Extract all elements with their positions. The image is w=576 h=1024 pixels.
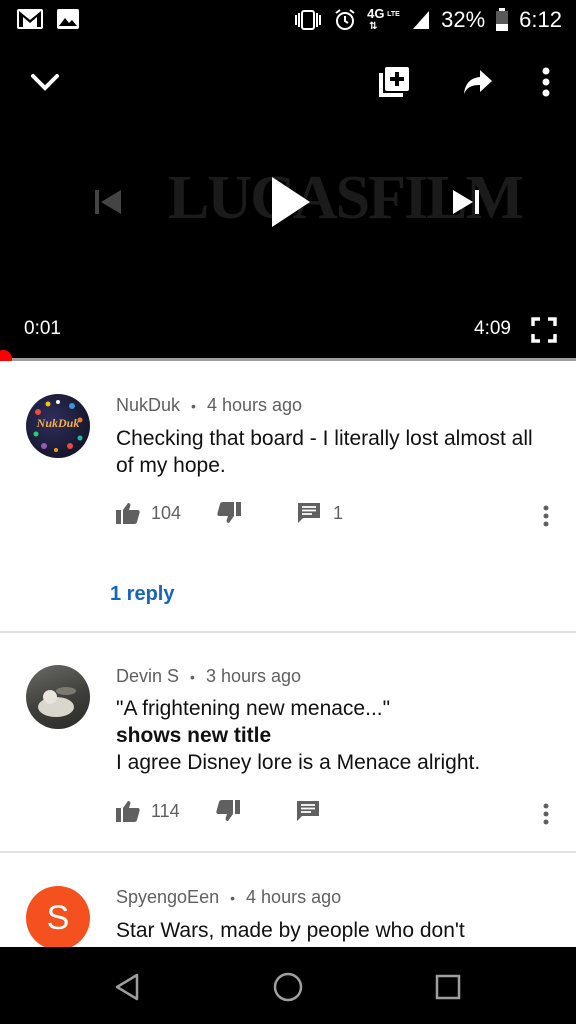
like-button[interactable]: 114 (116, 800, 180, 822)
meta-separator: • (190, 669, 195, 685)
avatar[interactable] (26, 665, 90, 729)
comment-more-icon[interactable] (536, 502, 556, 530)
comment-divider (0, 631, 576, 633)
avatar-letter: S (46, 898, 70, 937)
back-icon[interactable] (106, 965, 150, 1009)
like-count: 104 (151, 502, 182, 523)
comments-list[interactable]: NukDuk NukDuk • 4 hours ago Checking tha… (0, 361, 576, 947)
comment-text-line: "A frightening new menace..." (116, 697, 391, 720)
thumbs-up-icon (116, 801, 140, 822)
gallery-icon (56, 8, 80, 30)
add-to-playlist-icon[interactable] (372, 60, 416, 104)
collapse-chevron-icon[interactable] (24, 64, 66, 100)
comment-divider (0, 851, 576, 853)
comment-icon (296, 801, 319, 821)
system-status: 4G LTE ⇅ 32% 6:12 (293, 0, 562, 40)
comment-age: 3 hours ago (205, 666, 302, 686)
network-type: 4G LTE ⇅ (367, 6, 400, 32)
comment-meta: NukDuk • 4 hours ago (116, 395, 302, 416)
comment-age: 4 hours ago (246, 887, 342, 907)
notification-icons (16, 8, 80, 30)
comment-text-bold: shows new title (116, 724, 272, 747)
comment-actions: 104 1 (116, 499, 343, 527)
signal-icon (411, 9, 431, 31)
alarm-icon (333, 8, 357, 32)
more-vert-icon[interactable] (524, 60, 568, 104)
thumbs-up-icon (116, 503, 140, 524)
avatar[interactable]: NukDuk (26, 394, 90, 458)
share-icon[interactable] (456, 60, 500, 104)
thumbs-down-icon (216, 800, 240, 821)
dislike-button[interactable] (216, 800, 240, 822)
video-player[interactable]: LUCASFILM 0:01 4:09 (0, 40, 576, 368)
avatar[interactable]: S (26, 886, 90, 947)
comment-actions: 114 (116, 797, 320, 825)
meta-separator: • (230, 890, 236, 906)
gmail-icon (16, 8, 44, 30)
status-bar: 4G LTE ⇅ 32% 6:12 (0, 0, 576, 40)
comment-text: Checking that board - I literally lost a… (116, 427, 533, 477)
comment-text-line: I agree Disney lore is a Menace alright. (116, 751, 481, 774)
comment-author[interactable]: NukDuk (116, 395, 180, 415)
duration: 4:09 (474, 318, 511, 339)
comment-text: Star Wars, made by people who don't (116, 919, 465, 942)
like-button[interactable]: 104 (116, 502, 181, 524)
comment-author[interactable]: SpyengoEen (116, 887, 219, 907)
comment-meta: SpyengoEen • 4 hours ago (116, 887, 341, 908)
battery-icon (495, 8, 509, 32)
vibrate-icon (293, 9, 323, 31)
home-icon[interactable] (266, 965, 310, 1009)
play-icon[interactable] (258, 170, 322, 234)
view-replies-link[interactable]: 1 reply (110, 583, 174, 606)
recents-icon[interactable] (426, 965, 470, 1009)
battery-percent: 32% (441, 7, 486, 32)
comment-more-icon[interactable] (536, 800, 556, 828)
reply-count: 1 (333, 502, 344, 523)
dislike-button[interactable] (217, 502, 242, 524)
comment-text: "A frightening new menace..." shows new … (116, 695, 556, 776)
comment-icon (298, 503, 321, 523)
reply-button[interactable] (296, 800, 320, 822)
comment-meta: Devin S • 3 hours ago (116, 666, 301, 687)
meta-separator: • (191, 398, 196, 414)
comment-age: 4 hours ago (206, 395, 303, 415)
clock: 6:12 (519, 7, 562, 32)
like-count: 114 (151, 800, 180, 821)
system-nav-bar (0, 947, 576, 1024)
thumbs-down-icon (217, 502, 242, 523)
skip-next-icon[interactable] (444, 180, 488, 224)
skip-previous-icon[interactable] (86, 180, 130, 224)
current-time: 0:01 (24, 318, 61, 339)
fullscreen-icon[interactable] (526, 312, 562, 348)
comment-author[interactable]: Devin S (116, 666, 179, 686)
reply-button[interactable]: 1 (297, 502, 343, 524)
avatar-logo-text: NukDuk (36, 416, 80, 430)
